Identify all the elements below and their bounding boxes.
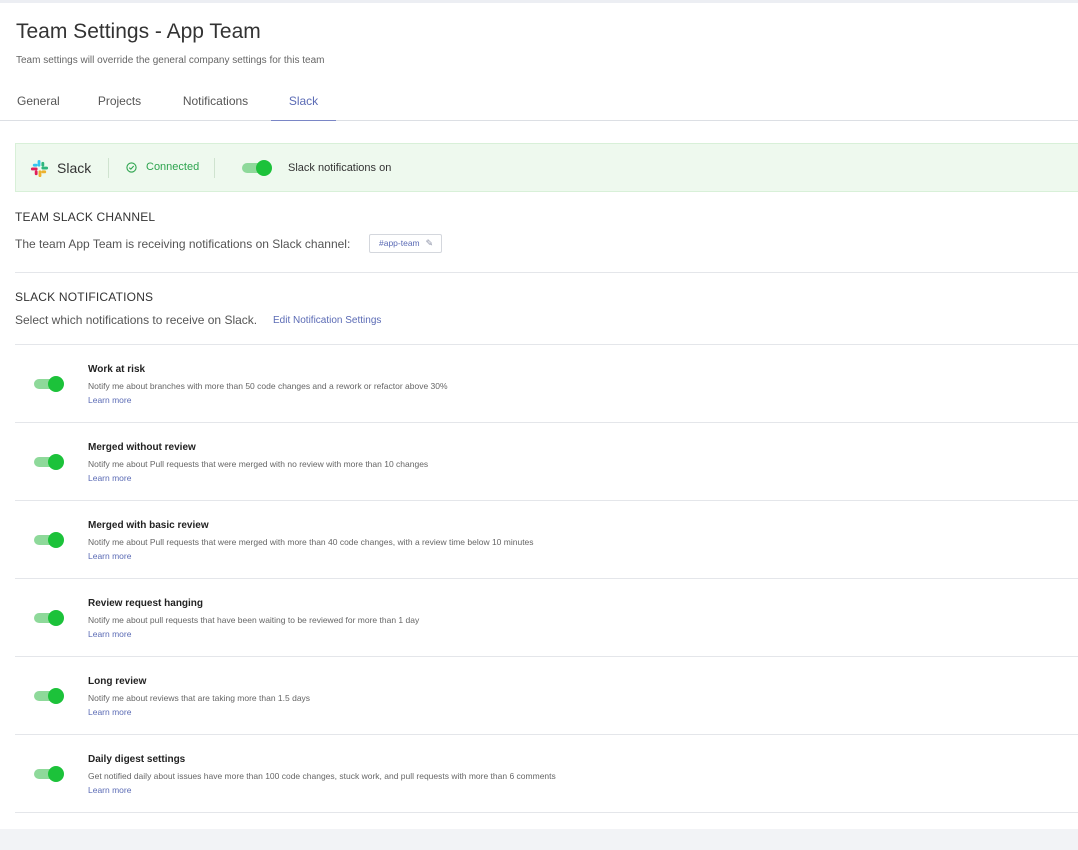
tab-notifications[interactable]: Notifications: [180, 82, 251, 121]
channel-description: The team App Team is receiving notificat…: [15, 237, 351, 251]
notification-title: Merged with basic review: [88, 520, 209, 531]
notifications-description: Select which notifications to receive on…: [15, 313, 258, 327]
toggle-knob: [48, 688, 64, 704]
toggle-knob: [48, 766, 64, 782]
channel-name: #app-team: [379, 238, 420, 248]
notification-toggle[interactable]: [34, 766, 64, 782]
notification-description: Notify me about reviews that are taking …: [88, 693, 311, 703]
toggle-knob: [256, 160, 272, 176]
notification-title: Work at risk: [88, 364, 146, 375]
team-slack-channel-heading: TEAM SLACK CHANNEL: [15, 210, 156, 224]
notification-title: Review request hanging: [88, 598, 204, 609]
tab-bar: General Projects Notifications Slack: [0, 82, 1078, 121]
slack-notifications-heading: SLACK NOTIFICATIONS: [15, 290, 154, 304]
notification-description: Notify me about Pull requests that were …: [88, 537, 534, 547]
notification-description: Notify me about Pull requests that were …: [88, 459, 429, 469]
notification-title: Daily digest settings: [88, 754, 186, 765]
top-bar: [0, 0, 1078, 3]
tab-projects[interactable]: Projects: [97, 82, 142, 121]
notification-toggle[interactable]: [34, 454, 64, 470]
notification-title: Merged without review: [88, 442, 196, 453]
slack-logo-icon: [30, 159, 49, 178]
notification-row: Review request hanging Notify me about p…: [15, 579, 1078, 657]
slack-app-name: Slack: [57, 160, 92, 176]
notification-row: Merged without review Notify me about Pu…: [15, 423, 1078, 501]
notification-row: Merged with basic review Notify me about…: [15, 501, 1078, 579]
slack-notifications-toggle[interactable]: [242, 160, 272, 176]
divider: [108, 158, 109, 178]
toggle-knob: [48, 610, 64, 626]
page-subtitle: Team settings will override the general …: [16, 55, 325, 66]
notification-row: Daily digest settings Get notified daily…: [15, 735, 1078, 813]
divider: [214, 158, 215, 178]
connection-status: Connected: [146, 161, 200, 173]
notification-title: Long review: [88, 676, 147, 687]
notification-toggle[interactable]: [34, 376, 64, 392]
slack-connection-banner: Slack Connected Slack notifications on: [15, 143, 1078, 192]
learn-more-link[interactable]: Learn more: [88, 551, 131, 561]
notification-toggle[interactable]: [34, 610, 64, 626]
notification-toggle[interactable]: [34, 688, 64, 704]
page-title: Team Settings - App Team: [16, 20, 261, 43]
toggle-knob: [48, 454, 64, 470]
notification-row: Long review Notify me about reviews that…: [15, 657, 1078, 735]
notification-description: Notify me about branches with more than …: [88, 381, 448, 391]
divider: [15, 272, 1078, 273]
tab-slack[interactable]: Slack: [271, 82, 336, 121]
edit-notification-settings-link[interactable]: Edit Notification Settings: [273, 315, 381, 326]
tab-general[interactable]: General: [17, 82, 60, 121]
slack-notifications-label: Slack notifications on: [288, 162, 392, 174]
learn-more-link[interactable]: Learn more: [88, 629, 131, 639]
learn-more-link[interactable]: Learn more: [88, 473, 131, 483]
toggle-knob: [48, 532, 64, 548]
learn-more-link[interactable]: Learn more: [88, 707, 131, 717]
toggle-knob: [48, 376, 64, 392]
learn-more-link[interactable]: Learn more: [88, 395, 131, 405]
notification-row: Work at risk Notify me about branches wi…: [15, 345, 1078, 423]
notification-description: Get notified daily about issues have mor…: [88, 771, 556, 781]
pencil-icon[interactable]: ✎: [426, 235, 434, 252]
page-footer: [0, 829, 1078, 850]
slack-channel-badge[interactable]: #app-team ✎: [369, 234, 443, 253]
check-circle-icon: [126, 162, 137, 173]
notification-description: Notify me about pull requests that have …: [88, 615, 420, 625]
notification-toggle[interactable]: [34, 532, 64, 548]
learn-more-link[interactable]: Learn more: [88, 785, 131, 795]
